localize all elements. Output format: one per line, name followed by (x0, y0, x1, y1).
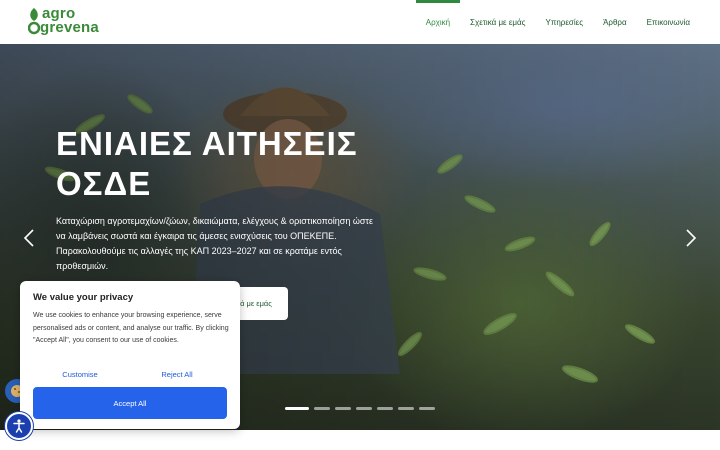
cookie-consent-banner: We value your privacy We use cookies to … (20, 281, 240, 429)
logo-text-line2: grevena (40, 19, 99, 36)
chevron-right-icon[interactable] (684, 228, 698, 248)
reject-all-button[interactable]: Reject All (129, 365, 225, 383)
cookie-title: We value your privacy (33, 292, 134, 303)
nav-item-about[interactable]: Σχετικά με εμάς (460, 0, 535, 44)
cookie-text: We use cookies to enhance your browsing … (33, 312, 229, 344)
nav-item-services[interactable]: Υπηρεσίες (536, 0, 594, 44)
hero-description: Καταχώριση αγροτεμαχίων/ζώων, δικαιώματα… (56, 216, 373, 271)
slider-dot[interactable] (398, 407, 414, 410)
hero-title: ΕΝΙΑΙΕΣ ΑΙΤΗΣΕΙΣ ΟΣΔΕ (56, 125, 358, 202)
slider-dot[interactable] (335, 407, 351, 410)
slider-dot[interactable] (285, 407, 309, 410)
slider-pagination (285, 407, 435, 410)
slider-dot[interactable] (356, 407, 372, 410)
nav-item-articles[interactable]: Άρθρα (593, 0, 637, 44)
leaf-logo-icon (28, 8, 40, 35)
slider-dot[interactable] (377, 407, 393, 410)
customise-button[interactable]: Customise (32, 365, 128, 383)
accept-all-button[interactable]: Accept All (33, 387, 227, 419)
nav-item-contact[interactable]: Επικοινωνία (637, 0, 700, 44)
slider-dot[interactable] (314, 407, 330, 410)
page-content-start (0, 430, 720, 450)
slider-dot[interactable] (419, 407, 435, 410)
main-nav: Αρχική Σχετικά με εμάς Υπηρεσίες Άρθρα Ε… (415, 0, 700, 44)
site-header: agro grevena Αρχική Σχετικά με εμάς Υπηρ… (0, 0, 720, 44)
nav-item-home[interactable]: Αρχική (415, 0, 461, 44)
accessibility-icon[interactable] (5, 412, 33, 440)
chevron-left-icon[interactable] (22, 228, 36, 248)
site-logo[interactable]: agro grevena (28, 6, 99, 36)
